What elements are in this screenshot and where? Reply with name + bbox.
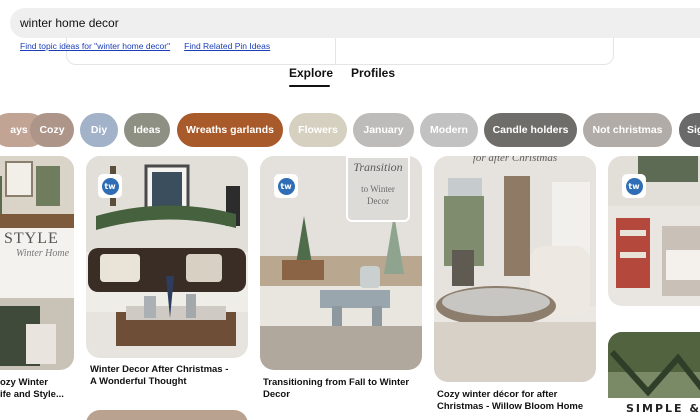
pin-overlay-subtitle: to Winter	[361, 184, 395, 194]
chip-not-christmas[interactable]: Not christmas	[583, 113, 672, 147]
pin-overlay-title: Transition	[353, 160, 403, 174]
pin-simple-winter-decor[interactable]: tw	[608, 156, 700, 306]
filter-chips: ays Cozy Diy Ideas Wreaths garlands Flow…	[0, 113, 700, 147]
pin-caption: Transitioning from Fall to Winter Decor	[263, 377, 409, 401]
pin-caption-line: Transitioning from Fall to Winter	[263, 377, 410, 388]
pin-overlay-title: SIMPLE &	[626, 402, 700, 415]
suggest-topic-ideas-link[interactable]: Find topic ideas for "winter home decor"	[20, 41, 170, 53]
suggest-related-pins-link[interactable]: Find Related Pin Ideas	[184, 41, 270, 53]
chip-ideas[interactable]: Ideas	[124, 113, 170, 147]
pin-overlay-title: STYLE	[4, 230, 59, 247]
creator-logo-icon: tw	[101, 177, 119, 195]
search-suggestions: Find topic ideas for "winter home decor"…	[20, 41, 270, 53]
pin-caption: Cozy winter décor for after Christmas - …	[437, 389, 583, 413]
creator-badge: tw	[98, 174, 122, 198]
chip-january[interactable]: January	[353, 113, 414, 147]
creator-logo-icon: tw	[277, 177, 295, 195]
creator-badge: tw	[274, 174, 298, 198]
pin-overlay-subtitle: Winter Home	[16, 248, 70, 259]
creator-logo-icon: tw	[625, 177, 643, 195]
pin-caption: Winter Decor After Christmas - A Wonderf…	[90, 364, 228, 388]
pin-caption-line: Decor	[263, 389, 290, 400]
pin-partial[interactable]	[86, 410, 248, 420]
chip-flowers[interactable]: Flowers	[289, 113, 347, 147]
pin-overlay-subtitle: Decor	[367, 196, 389, 206]
tab-explore[interactable]: Explore	[289, 66, 333, 80]
chip-modern[interactable]: Modern	[420, 113, 478, 147]
chip-candle-holders[interactable]: Candle holders	[484, 113, 577, 147]
active-tab-indicator	[289, 85, 330, 87]
pin-overlay-title: for after Christmas	[472, 156, 558, 164]
chip-wreaths-garlands[interactable]: Wreaths garlands	[177, 113, 283, 147]
search-input[interactable]: winter home decor	[20, 8, 119, 38]
pin-cozy-winter[interactable]: STYLE Winter Home	[0, 156, 74, 370]
pin-simple-and-cozy[interactable]: SIMPLE &	[608, 332, 700, 420]
search-bar[interactable]: winter home decor	[10, 8, 700, 38]
pin-caption: ozy Winter ife and Style...	[0, 377, 64, 401]
pin-cozy-winter-decor-after-christmas[interactable]: for after Christmas	[434, 156, 596, 382]
pin-transitioning-fall-to-winter[interactable]: Transition to Winter Decor tw	[260, 156, 422, 370]
chip-diy[interactable]: Diy	[80, 113, 118, 147]
chip-cozy[interactable]: Cozy	[30, 113, 74, 147]
pin-image	[86, 410, 248, 420]
pin-caption-line: ozy Winter	[0, 377, 48, 388]
pin-caption-line: A Wonderful Thought	[90, 376, 187, 387]
pin-caption-line: Winter Decor After Christmas -	[90, 364, 229, 375]
suggestion-divider	[335, 38, 336, 64]
pin-image	[0, 156, 74, 370]
pin-image	[434, 156, 596, 382]
tab-profiles[interactable]: Profiles	[351, 66, 395, 80]
pin-winter-decor-after-christmas[interactable]: tw	[86, 156, 248, 358]
creator-badge: tw	[622, 174, 646, 198]
pin-caption-line: Cozy winter décor for after	[437, 389, 558, 400]
pin-caption-line: Christmas - Willow Bloom Home	[437, 401, 584, 412]
pin-caption-line: ife and Style...	[0, 389, 64, 400]
chip-signs[interactable]: Sig	[679, 113, 700, 147]
